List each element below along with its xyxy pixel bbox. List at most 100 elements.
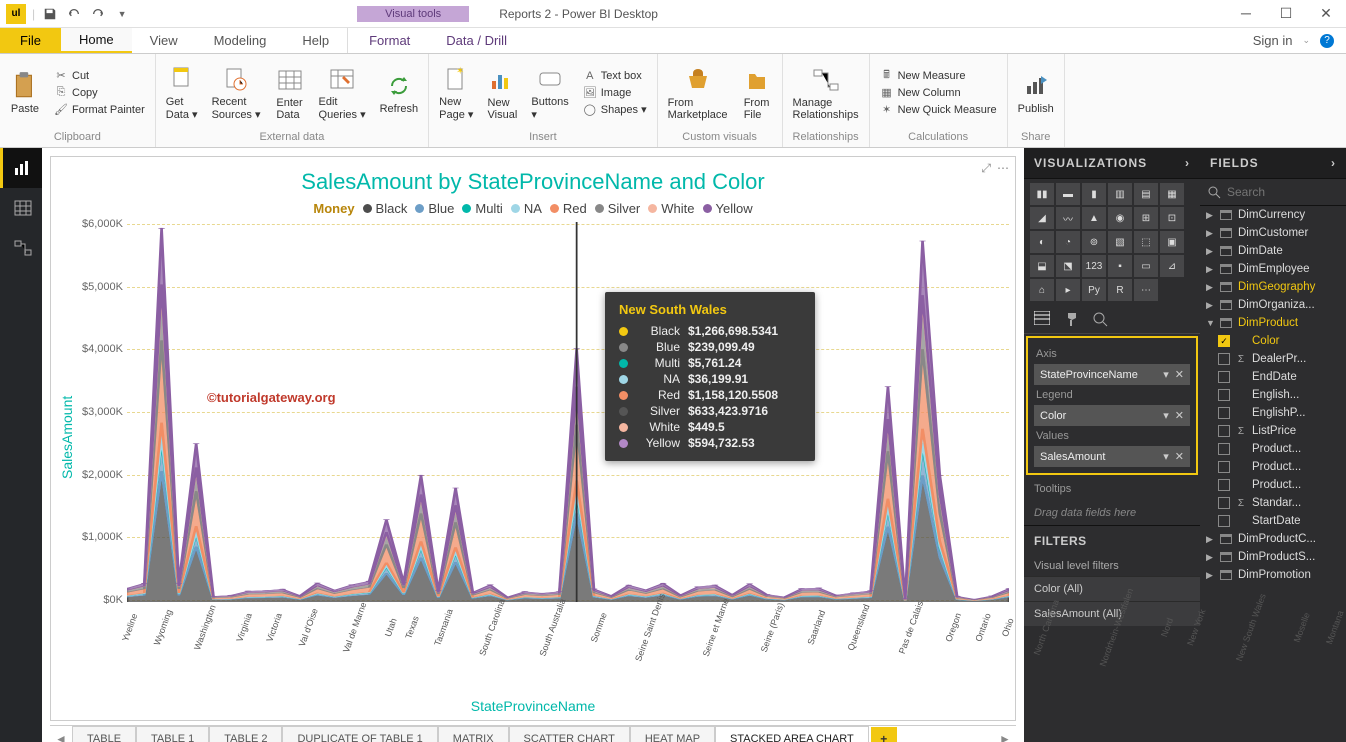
new-quick-measure-button[interactable]: ✶New Quick Measure <box>876 102 1001 118</box>
new-column-button[interactable]: ▦New Column <box>876 85 1001 101</box>
enter-data-button[interactable]: Enter Data <box>271 63 309 123</box>
viz-type-icon[interactable]: ◉ <box>1108 207 1132 229</box>
field-row[interactable]: StartDate <box>1200 512 1346 530</box>
sheet-tab[interactable]: TABLE 1 <box>136 726 209 742</box>
legend-well-pill[interactable]: Color▾✕ <box>1034 405 1190 426</box>
home-tab[interactable]: Home <box>61 28 132 53</box>
data-view-icon[interactable] <box>0 188 42 228</box>
buttons-button[interactable]: Buttons ▾ <box>527 62 572 123</box>
legend-item[interactable]: Silver <box>595 201 641 216</box>
minimize-icon[interactable]: ─ <box>1226 5 1266 22</box>
cut-button[interactable]: ✂Cut <box>50 68 149 84</box>
viz-type-icon[interactable]: ⌂ <box>1030 279 1054 301</box>
chevron-down-icon[interactable]: ▾ <box>1163 368 1169 381</box>
legend-item[interactable]: White <box>648 201 694 216</box>
edit-queries-button[interactable]: Edit Queries ▾ <box>315 62 370 123</box>
field-row[interactable]: Product... <box>1200 440 1346 458</box>
field-row[interactable]: English... <box>1200 386 1346 404</box>
table-row[interactable]: ▶DimCurrency <box>1200 206 1346 224</box>
viz-type-icon[interactable]: ◔ <box>1056 231 1080 253</box>
sheet-tab[interactable]: Duplicate of TABLE 1 <box>282 726 437 742</box>
sheet-tab[interactable]: STACKED AREA CHART <box>715 726 869 742</box>
from-marketplace-button[interactable]: From Marketplace <box>664 63 732 123</box>
legend-item[interactable]: Red <box>550 201 587 216</box>
close-icon[interactable]: ✕ <box>1306 5 1346 22</box>
field-row[interactable]: ✓Color <box>1200 332 1346 350</box>
filter-item[interactable]: Color (All) <box>1024 576 1200 601</box>
viz-type-icon[interactable]: ⬓ <box>1030 255 1054 277</box>
datadrill-tab[interactable]: Data / Drill <box>428 28 525 53</box>
viz-type-icon[interactable]: 123 <box>1082 255 1106 277</box>
chevron-down-icon[interactable]: ▼ <box>113 5 131 23</box>
drag-zone[interactable]: Drag data fields here <box>1024 501 1200 525</box>
new-visual-button[interactable]: New Visual <box>483 63 521 123</box>
viz-type-icon[interactable]: ⊚ <box>1082 231 1106 253</box>
get-data-button[interactable]: Get Data ▾ <box>162 62 202 123</box>
viz-type-icon[interactable]: ▦ <box>1160 183 1184 205</box>
viz-type-icon[interactable]: ▮▮ <box>1030 183 1054 205</box>
viz-type-icon[interactable]: ⬔ <box>1056 255 1080 277</box>
sheet-tab[interactable]: MATRIX <box>438 726 509 742</box>
analytics-tab-icon[interactable] <box>1092 311 1108 327</box>
field-row[interactable]: EndDate <box>1200 368 1346 386</box>
new-page-button[interactable]: ✶New Page ▾ <box>435 62 477 123</box>
image-button[interactable]: 🖼Image <box>579 85 651 101</box>
modeling-tab[interactable]: Modeling <box>196 28 285 53</box>
field-row[interactable]: ΣStandar... <box>1200 494 1346 512</box>
model-view-icon[interactable] <box>0 228 42 268</box>
table-row[interactable]: ▶DimOrganiza... <box>1200 296 1346 314</box>
manage-relationships-button[interactable]: Manage Relationships <box>789 63 863 123</box>
viz-type-icon[interactable]: ▲ <box>1082 207 1106 229</box>
values-well-pill[interactable]: SalesAmount▾✕ <box>1034 446 1190 467</box>
view-tab[interactable]: View <box>132 28 196 53</box>
undo-icon[interactable] <box>65 5 83 23</box>
help-tab[interactable]: Help <box>284 28 347 53</box>
redo-icon[interactable] <box>89 5 107 23</box>
legend-item[interactable]: Yellow <box>703 201 753 216</box>
viz-type-icon[interactable]: ⊡ <box>1160 207 1184 229</box>
viz-type-icon[interactable]: ◢ <box>1030 207 1054 229</box>
sheet-tab[interactable]: HEAT MAP <box>630 726 715 742</box>
search-input[interactable] <box>1227 185 1346 199</box>
sheet-tab[interactable]: SCATTER CHART <box>509 726 630 742</box>
sheet-tab[interactable]: TABLE <box>72 726 136 742</box>
viz-type-icon[interactable]: ▬ <box>1056 183 1080 205</box>
save-icon[interactable] <box>41 5 59 23</box>
viz-type-icon[interactable]: ⊞ <box>1134 207 1158 229</box>
field-row[interactable]: Product... <box>1200 476 1346 494</box>
viz-type-icon[interactable]: ▭ <box>1134 255 1158 277</box>
refresh-button[interactable]: Refresh <box>376 69 423 117</box>
format-tab[interactable]: Format <box>351 28 428 53</box>
collapse-icon[interactable]: › <box>1185 156 1190 170</box>
legend-item[interactable]: NA <box>511 201 542 216</box>
viz-type-icon[interactable]: ▪ <box>1108 255 1132 277</box>
focus-mode-icon[interactable]: ⤢ <box>981 161 991 176</box>
format-painter-button[interactable]: 🖌Format Painter <box>50 102 149 118</box>
field-row[interactable]: Product... <box>1200 458 1346 476</box>
viz-type-icon[interactable]: ▮ <box>1082 183 1106 205</box>
textbox-button[interactable]: AText box <box>579 68 651 84</box>
chart-visual[interactable]: ⤢ ⋯ SalesAmount by StateProvinceName and… <box>50 156 1016 721</box>
field-row[interactable]: ΣDealerPr... <box>1200 350 1346 368</box>
chevron-down-icon[interactable]: ⌄ <box>1302 35 1310 46</box>
from-file-button[interactable]: From File <box>738 63 776 123</box>
table-row[interactable]: ▶DimCustomer <box>1200 224 1346 242</box>
legend-item[interactable]: Blue <box>415 201 454 216</box>
viz-type-icon[interactable]: R <box>1108 279 1132 301</box>
viz-type-icon[interactable]: ▣ <box>1160 231 1184 253</box>
remove-icon[interactable]: ✕ <box>1175 368 1184 381</box>
viz-type-icon[interactable]: Py <box>1082 279 1106 301</box>
more-options-icon[interactable]: ⋯ <box>997 161 1009 176</box>
table-row[interactable]: ▶DimGeography <box>1200 278 1346 296</box>
field-row[interactable]: ΣListPrice <box>1200 422 1346 440</box>
axis-well-pill[interactable]: StateProvinceName▾✕ <box>1034 364 1190 385</box>
viz-type-icon[interactable]: ▤ <box>1134 183 1158 205</box>
legend-item[interactable]: Black <box>363 201 408 216</box>
table-row[interactable]: ▶DimProductS... <box>1200 548 1346 566</box>
table-row[interactable]: ▶DimEmployee <box>1200 260 1346 278</box>
maximize-icon[interactable]: ☐ <box>1266 5 1306 22</box>
new-measure-button[interactable]: 🖩New Measure <box>876 68 1001 84</box>
file-menu[interactable]: File <box>0 28 61 53</box>
viz-type-icon[interactable]: ⊿ <box>1160 255 1184 277</box>
viz-type-icon[interactable]: ⋯ <box>1134 279 1158 301</box>
